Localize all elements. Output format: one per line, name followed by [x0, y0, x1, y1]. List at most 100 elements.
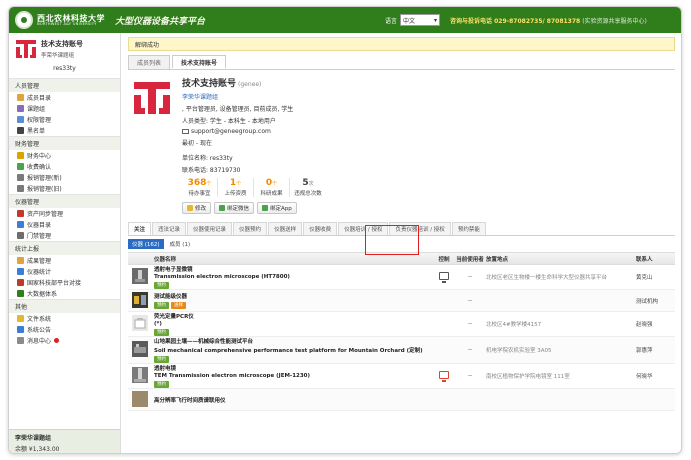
- instrument-location: 机电学院农机实验室 3A05: [486, 348, 552, 354]
- table-row[interactable]: 荧光定量PCR仪 (*) 预约 -- 北校区4#教学楼4157 赵晓强: [128, 312, 675, 337]
- bind-wechat-button[interactable]: 绑定微信: [214, 202, 255, 214]
- sidebar-user-id: res33ty: [53, 65, 76, 72]
- microscope-icon: [17, 221, 24, 228]
- instrument-subtitle: TEM Transmission electron microscope (JE…: [154, 373, 311, 379]
- members-icon: [17, 94, 24, 101]
- sidebar-item-files[interactable]: 文件系统: [9, 313, 120, 324]
- stat-label: 科研成果: [260, 191, 283, 197]
- site-logo[interactable]: 西北农林科技大学 NORTHWEST A&F UNIVERSITY 大型仪器设备…: [15, 11, 305, 29]
- language-select[interactable]: 中文 ▾: [400, 14, 441, 26]
- phone-icon: [262, 205, 269, 211]
- sidebar-item-permissions[interactable]: 权限管理: [9, 114, 120, 125]
- instrument-contact[interactable]: 郭惠萍: [636, 346, 676, 354]
- sidebar-item-reimburse-old[interactable]: 报销管理(旧): [9, 183, 120, 194]
- profile-email: support@geneegroup.com: [182, 128, 293, 135]
- tab-charges[interactable]: 仪器收费: [303, 222, 338, 235]
- key-icon: [17, 116, 24, 123]
- reserve-tag[interactable]: 预约: [154, 381, 169, 388]
- monitor-icon[interactable]: [439, 272, 449, 283]
- sidebar-item-blacklist[interactable]: 黑名单: [9, 125, 120, 136]
- instrument-title[interactable]: 透射电子显微镜: [154, 265, 434, 273]
- avatar: [16, 40, 36, 58]
- current-user: --: [468, 373, 472, 379]
- sidebar-item-door-access[interactable]: 门禁管理: [9, 230, 120, 241]
- instrument-title[interactable]: 测试能级仪器: [154, 292, 434, 300]
- university-seal-icon: [15, 11, 33, 29]
- sidebar-item-label: 仪器统计: [27, 269, 52, 276]
- sidebar-item-asset-sync[interactable]: 资产同步管理: [9, 208, 120, 219]
- reserve-tag[interactable]: 预约: [154, 356, 169, 363]
- edit-button[interactable]: 修改: [182, 202, 212, 214]
- stat-research[interactable]: 0个 科研成果: [254, 178, 290, 197]
- reserve-tag[interactable]: 预约: [154, 302, 169, 309]
- hotline-text: 咨询与投诉电话 029-87082735/ 87081378 (实验资源共享服务中…: [450, 16, 647, 25]
- instrument-thumbnail: [132, 390, 148, 407]
- profile-unit: 单位名称: res33ty: [182, 155, 233, 162]
- filter-instruments[interactable]: 仪器 (162): [128, 239, 164, 249]
- tab-samples[interactable]: 仪器送样: [268, 222, 303, 235]
- sidebar-item-big-data[interactable]: 大数据体系: [9, 288, 120, 299]
- instrument-thumbnail: [132, 315, 148, 331]
- instrument-contact[interactable]: 何晓华: [636, 372, 676, 380]
- filter-members[interactable]: 成员 (1): [170, 240, 191, 248]
- instrument-title[interactable]: 山地果园土壤——机械综合性能测试平台: [154, 337, 434, 345]
- table-row[interactable]: 测试能级仪器 预约 送样 -- 测试机构: [128, 290, 675, 312]
- tab-follow[interactable]: 关注: [128, 222, 152, 235]
- tab-support-account[interactable]: 技术支持账号: [172, 55, 227, 68]
- sidebar-item-charge-confirm[interactable]: 收费确认: [9, 161, 120, 172]
- instrument-title[interactable]: 荧光定量PCR仪: [154, 312, 434, 320]
- tab-usage-records[interactable]: 仪器使用记录: [187, 222, 233, 235]
- table-row[interactable]: 透射电镜 TEM Transmission electron microscop…: [128, 364, 675, 389]
- monitor-icon[interactable]: [439, 371, 449, 382]
- coin-icon: [17, 152, 24, 159]
- stat-qualifications[interactable]: 1个 上传资质: [218, 178, 254, 197]
- table-row[interactable]: 山地果园土壤——机械综合性能测试平台 Soil mechanical compr…: [128, 337, 675, 364]
- sidebar-item-national-platform[interactable]: 国家科技部平台对接: [9, 277, 120, 288]
- instrument-title[interactable]: 高分辨率飞行时间质谱联用仪: [154, 396, 434, 404]
- instrument-contact[interactable]: 黄克山: [636, 273, 676, 281]
- sidebar-item-groups[interactable]: 课题组: [9, 103, 120, 114]
- nav-group-title: 统计上报: [9, 241, 120, 255]
- table-row[interactable]: 透射电子显微镜 Transmission electron microscope…: [128, 265, 675, 290]
- sample-tag[interactable]: 送样: [171, 302, 186, 309]
- sidebar-user-group: 李荣华课题组: [41, 53, 75, 59]
- tab-violations[interactable]: 违法记录: [152, 222, 187, 235]
- sidebar-item-messages[interactable]: 消息中心: [9, 335, 120, 346]
- platform-slogan: 大型仪器设备共享平台: [115, 16, 206, 27]
- tab-member-list[interactable]: 成员列表: [128, 55, 171, 69]
- instrument-contact[interactable]: 赵晓强: [636, 320, 676, 328]
- current-user: --: [468, 274, 472, 280]
- profile-group-link[interactable]: 李荣华课题组: [182, 92, 293, 101]
- reserve-tag[interactable]: 预约: [154, 282, 169, 289]
- instrument-thumbnail: [132, 291, 148, 308]
- sidebar-item-label: 报销管理(新): [27, 175, 62, 182]
- stat-violations[interactable]: 5次 违规总次数: [290, 178, 326, 197]
- sidebar-user-card[interactable]: 技术支持账号 李荣华课题组: [9, 33, 120, 63]
- nav-group-title: 人员管理: [9, 78, 120, 92]
- tab-reservations[interactable]: 仪器预约: [233, 222, 268, 235]
- sidebar-item-announcements[interactable]: 系统公告: [9, 324, 120, 335]
- tab-reservation-ban[interactable]: 预约禁能: [451, 222, 486, 235]
- table-row[interactable]: 高分辨率飞行时间质谱联用仪: [128, 389, 675, 411]
- sidebar-item-label: 大数据体系: [27, 291, 58, 298]
- sidebar-item-instrument-stats[interactable]: 仪器统计: [9, 266, 120, 277]
- col-location[interactable]: 放置地点: [486, 255, 636, 263]
- profile-user-type: 人员类型: 学生 - 本科生 - 本地用户: [182, 118, 276, 125]
- instrument-title[interactable]: 透射电镜: [154, 364, 434, 372]
- hotline-number: 咨询与投诉电话 029-87082735/ 87081378: [450, 17, 581, 25]
- sidebar-item-instrument-list[interactable]: 仪器目录: [9, 219, 120, 230]
- app-window: 西北农林科技大学 NORTHWEST A&F UNIVERSITY 大型仪器设备…: [8, 6, 682, 454]
- sidebar-item-reimburse-new[interactable]: 报销管理(新): [9, 172, 120, 183]
- sidebar-item-finance-center[interactable]: 财务中心: [9, 150, 120, 161]
- reserve-tag[interactable]: 预约: [154, 329, 169, 336]
- bind-app-button[interactable]: 绑定App: [257, 202, 297, 214]
- profile-email-text: support@geneegroup.com: [191, 128, 271, 135]
- instrument-contact[interactable]: 测试机构: [636, 297, 676, 305]
- sidebar-item-achievements[interactable]: 成果管理: [9, 255, 120, 266]
- col-instrument-name[interactable]: 仪器名称: [154, 255, 434, 263]
- stat-label: 上传资质: [224, 191, 247, 197]
- profile-name-text: 技术支持账号: [182, 79, 237, 89]
- sidebar-item-label: 黑名单: [27, 128, 46, 135]
- stat-todo[interactable]: 368个 待办事宜: [182, 178, 218, 197]
- sidebar-item-members[interactable]: 成员目录: [9, 92, 120, 103]
